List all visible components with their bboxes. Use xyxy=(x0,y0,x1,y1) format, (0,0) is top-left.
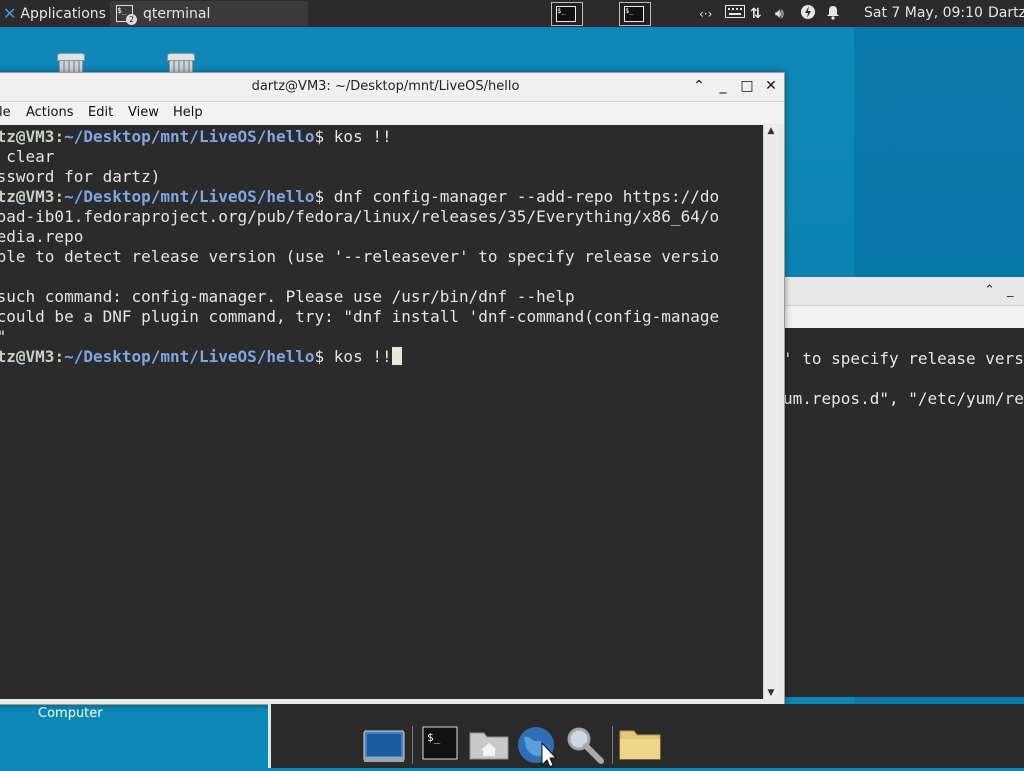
minimize-icon[interactable]: _ xyxy=(1007,283,1014,298)
power-icon[interactable] xyxy=(800,4,816,24)
svg-text:$_: $_ xyxy=(427,731,441,744)
network-icon[interactable]: ‹·› xyxy=(699,7,719,21)
scrollbar[interactable]: ▲ ▼ xyxy=(763,125,778,699)
volume-icon[interactable]: 🔊︎ xyxy=(775,6,797,22)
terminal-line: media.repo xyxy=(0,227,83,247)
menu-actions[interactable]: Actions xyxy=(26,105,74,120)
terminal-icon: $_ 2 xyxy=(116,5,137,25)
background-terminal-line: um.repos.d", "/etc/yum/re xyxy=(783,389,1024,408)
clock[interactable]: Sat 7 May, 09:10 xyxy=(864,0,983,27)
maximize-icon[interactable]: ⌃ xyxy=(984,283,995,298)
dock: $_ xyxy=(271,704,1024,768)
home-folder-icon[interactable] xyxy=(468,725,509,765)
terminal-text: $ kos !! xyxy=(314,127,392,146)
prompt-user: rtz@VM3 xyxy=(0,187,55,206)
prompt-user: rtz@VM3 xyxy=(0,127,55,146)
transfer-icon[interactable]: ⇅ xyxy=(750,6,772,22)
maximize-icon[interactable]: □ xyxy=(740,78,754,94)
background-terminal-line: ' to specify release vers xyxy=(783,349,1024,368)
menu-help[interactable]: Help xyxy=(173,105,203,120)
prompt-separator: : xyxy=(54,127,65,146)
top-panel: ✕ Applications ≡ $_ 2 qterminal $_ $_ ‹·… xyxy=(0,0,1024,27)
prompt-separator: : xyxy=(54,347,65,366)
terminal-line: assword for dartz) xyxy=(0,167,160,187)
terminal-line: could be a DNF plugin command, try: "dnf… xyxy=(0,307,719,327)
terminal-text: media.repo xyxy=(0,227,84,246)
search-icon[interactable] xyxy=(565,725,605,765)
scroll-down-icon[interactable]: ▼ xyxy=(764,687,778,699)
workspace-terminal-icon: $_ xyxy=(556,6,576,22)
terminal-line: rtz@VM3:~/Desktop/mnt/LiveOS/hello$ dnf … xyxy=(0,187,719,207)
terminal-window[interactable]: dartz@VM3: ~/Desktop/mnt/LiveOS/hello ⌃ … xyxy=(0,72,785,705)
show-desktop-icon[interactable] xyxy=(363,725,405,765)
terminal-output[interactable]: rtz@VM3:~/Desktop/mnt/LiveOS/hello$ kos … xyxy=(0,125,764,699)
shade-icon[interactable]: ⌃ xyxy=(692,78,706,94)
window-title: dartz@VM3: ~/Desktop/mnt/LiveOS/hello xyxy=(251,79,520,94)
menu-view[interactable]: View xyxy=(128,105,159,120)
prompt-separator: : xyxy=(54,187,65,206)
taskbar-button-qterminal[interactable]: $_ 2 qterminal xyxy=(110,1,308,26)
keyboard-icon[interactable] xyxy=(725,5,745,22)
trash-icon[interactable] xyxy=(53,53,87,75)
terminal-text: $ dnf config-manager --add-repo https://… xyxy=(314,187,720,206)
terminal-line: rtz@VM3:~/Desktop/mnt/LiveOS/hello$ kos … xyxy=(0,347,402,367)
applications-menu[interactable]: ✕ Applications ≡ xyxy=(0,0,119,27)
terminal-text: '" xyxy=(0,327,6,346)
minimize-icon[interactable]: _ xyxy=(716,78,730,94)
notification-icon[interactable] xyxy=(825,4,841,24)
menu-edit[interactable]: Edit xyxy=(88,105,113,120)
window-titlebar[interactable]: dartz@VM3: ~/Desktop/mnt/LiveOS/hello ⌃ … xyxy=(0,73,784,102)
background-window-menubar xyxy=(783,306,1024,328)
folder-icon[interactable] xyxy=(618,725,661,765)
background-window-titlebar[interactable]: ⌃ _ xyxy=(783,277,1024,306)
prompt-path: ~/Desktop/mnt/LiveOS/hello xyxy=(64,187,315,206)
computer-icon-label[interactable]: Computer xyxy=(38,706,103,721)
scroll-up-icon[interactable]: ▲ xyxy=(764,125,778,137)
xfce-logo-icon: ✕ xyxy=(3,4,17,23)
window-count-badge: 2 xyxy=(126,14,137,25)
workspace-1[interactable]: $_ xyxy=(551,2,583,26)
prompt-user: rtz@VM3 xyxy=(0,347,55,366)
terminal-launcher-icon[interactable]: $_ xyxy=(422,725,462,765)
text-cursor xyxy=(391,347,402,365)
workspace-2[interactable]: $_ xyxy=(619,2,651,26)
applications-label: Applications xyxy=(20,5,106,22)
menu-file[interactable]: le xyxy=(0,105,11,120)
system-tray: ‹·› ⇅ 🔊︎ xyxy=(699,0,841,27)
workspace-terminal-icon: $_ xyxy=(624,6,644,22)
dock-separator xyxy=(412,726,413,764)
taskbar-label: qterminal xyxy=(143,5,211,22)
web-browser-icon[interactable] xyxy=(516,725,558,768)
user-menu[interactable]: Dartz xyxy=(988,0,1024,27)
prompt-path: ~/Desktop/mnt/LiveOS/hello xyxy=(64,347,315,366)
terminal-line: rtz@VM3:~/Desktop/mnt/LiveOS/hello$ kos … xyxy=(0,127,392,147)
background-terminal-window[interactable]: ⌃ _ ' to specify release vers um.repos.d… xyxy=(783,277,1024,697)
close-icon[interactable]: ✕ xyxy=(764,78,778,94)
terminal-text: s clear xyxy=(6,147,55,166)
terminal-text: $ kos !! xyxy=(314,347,392,366)
terminal-line: load-ib01.fedoraproject.org/pub/fedora/l… xyxy=(0,207,719,227)
terminal-line: able to detect release version (use '--r… xyxy=(0,247,719,267)
terminal-line: s clear xyxy=(0,147,54,167)
terminal-text: such command: config-manager. Please use… xyxy=(0,287,575,306)
dock-separator xyxy=(612,726,613,764)
terminal-line: such command: config-manager. Please use… xyxy=(0,287,575,307)
prompt-path: ~/Desktop/mnt/LiveOS/hello xyxy=(64,127,315,146)
trash-icon[interactable] xyxy=(163,53,197,75)
terminal-text: could be a DNF plugin command, try: "dnf… xyxy=(0,307,720,326)
terminal-text: load-ib01.fedoraproject.org/pub/fedora/l… xyxy=(0,207,720,226)
terminal-text: able to detect release version (use '--r… xyxy=(0,247,720,266)
terminal-text: assword for dartz) xyxy=(0,167,161,186)
terminal-line: '" xyxy=(0,327,6,347)
menubar: le Actions Edit View Help xyxy=(0,102,784,124)
